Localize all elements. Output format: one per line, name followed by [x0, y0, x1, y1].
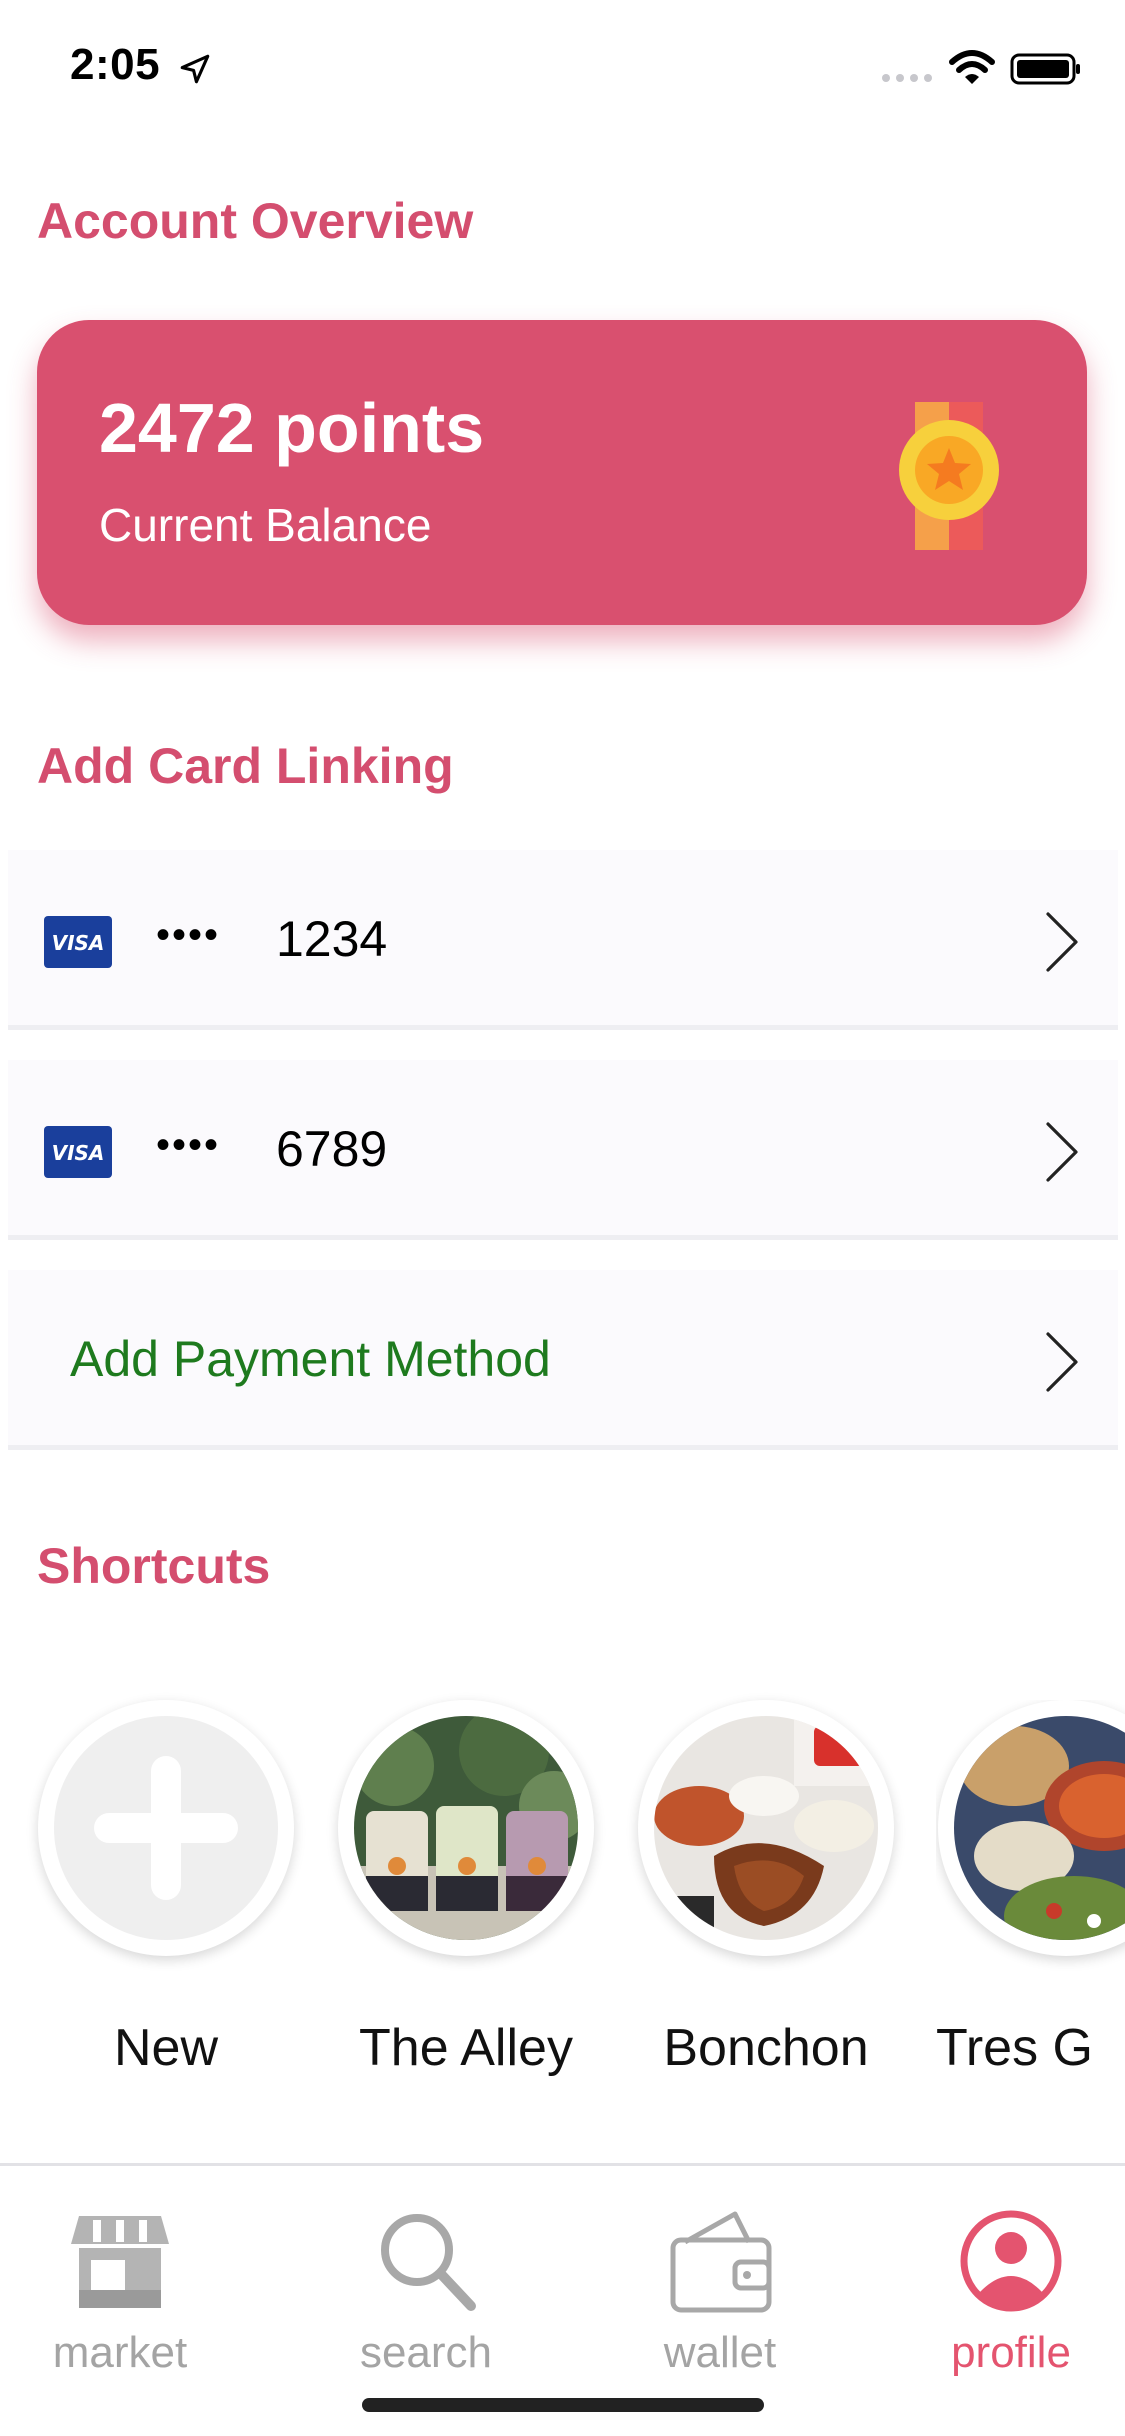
location-arrow-icon [180, 54, 210, 84]
shortcut-label: Bonchon [663, 2019, 869, 2077]
svg-text:VISA: VISA [52, 1141, 105, 1165]
user-icon [960, 2210, 1062, 2312]
profile-screen: 2:05 Account Overview 2472 points Curren… [0, 0, 1125, 2436]
tab-bar: market search wallet profile [0, 2163, 1125, 2436]
card-linking-title: Add Card Linking [37, 738, 454, 794]
tab-wallet[interactable]: wallet [600, 2206, 840, 2377]
account-overview-title: Account Overview [37, 193, 474, 249]
store-photo [654, 1716, 878, 1940]
chevron-right-icon [1046, 1332, 1078, 1392]
shortcut-new[interactable]: New [36, 1700, 296, 2080]
shortcut-circle [338, 1700, 594, 1956]
shortcut-circle [938, 1700, 1125, 1956]
plus-icon [94, 1756, 238, 1900]
add-payment-method-row[interactable]: Add Payment Method [8, 1270, 1118, 1450]
signal-icon [882, 74, 932, 82]
balance-label: Current Balance [99, 499, 432, 551]
visa-icon: VISA [44, 1126, 112, 1178]
tab-profile[interactable]: profile [891, 2206, 1125, 2377]
storefront-icon [71, 2216, 169, 2308]
shortcut-circle [638, 1700, 894, 1956]
status-bar: 2:05 [0, 0, 1125, 132]
shortcuts-title: Shortcuts [37, 1538, 271, 1594]
home-indicator [362, 2398, 764, 2412]
wifi-icon [949, 50, 995, 84]
balance-points: 2472 points [99, 389, 485, 467]
shortcut-label: Tres G [936, 2019, 1093, 2077]
balance-card[interactable]: 2472 points Current Balance [37, 320, 1087, 625]
card-last4: 6789 [276, 1121, 388, 1177]
add-payment-method-label: Add Payment Method [70, 1331, 551, 1387]
shortcut-circle [38, 1700, 294, 1956]
tab-market[interactable]: market [0, 2206, 240, 2377]
battery-icon [1010, 53, 1080, 85]
card-last4: 1234 [276, 911, 388, 967]
chevron-right-icon [1046, 1122, 1078, 1182]
shortcut-bonchon[interactable]: Bonchon [636, 1700, 896, 2080]
svg-text:VISA: VISA [52, 931, 105, 955]
status-time: 2:05 [70, 40, 161, 89]
store-photo [354, 1716, 578, 1940]
wallet-icon [670, 2211, 772, 2313]
shortcut-tres-g[interactable]: Tres G [936, 1700, 1125, 2080]
card-row-1234[interactable]: VISA •••• 1234 [8, 850, 1118, 1030]
tab-label: wallet [663, 2328, 777, 2377]
medal-icon [899, 402, 999, 550]
chevron-right-icon [1046, 912, 1078, 972]
store-photo [954, 1716, 1125, 1940]
card-row-6789[interactable]: VISA •••• 6789 [8, 1060, 1118, 1240]
shortcut-label: The Alley [359, 2019, 573, 2077]
tab-label: profile [951, 2328, 1071, 2377]
visa-icon: VISA [44, 916, 112, 968]
magnifier-icon [381, 2214, 476, 2311]
tab-label: market [52, 2328, 188, 2377]
shortcut-label: New [113, 2019, 219, 2077]
card-mask-dots: •••• [156, 913, 221, 957]
tab-search[interactable]: search [306, 2206, 546, 2377]
tab-label: search [359, 2328, 493, 2377]
shortcut-the-alley[interactable]: The Alley [336, 1700, 596, 2080]
card-mask-dots: •••• [156, 1123, 221, 1167]
